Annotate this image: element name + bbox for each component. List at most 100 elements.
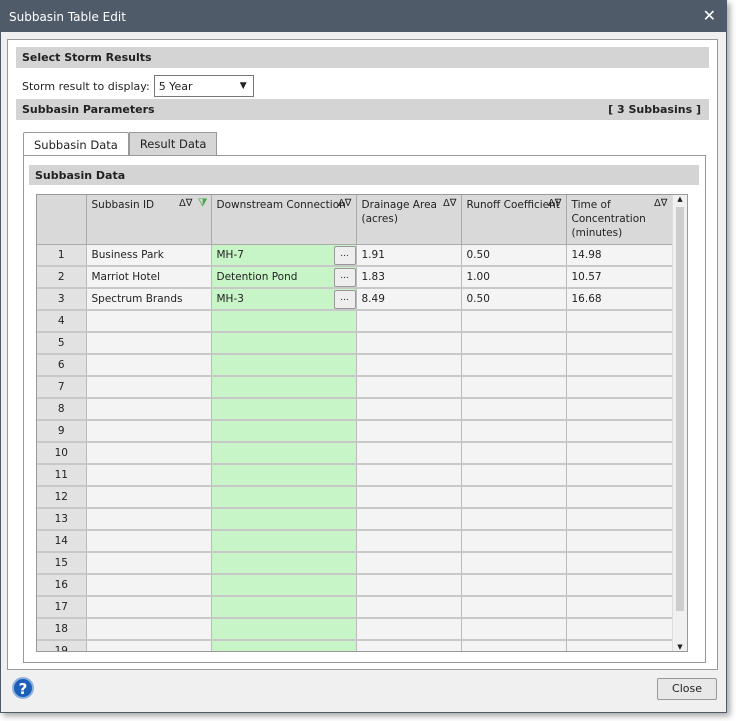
table-cell[interactable] xyxy=(211,420,357,443)
table-cell[interactable] xyxy=(461,332,567,355)
table-cell[interactable] xyxy=(211,310,357,333)
table-cell[interactable] xyxy=(566,310,673,333)
table-cell[interactable] xyxy=(566,552,673,575)
table-cell[interactable] xyxy=(86,310,212,333)
table-cell[interactable] xyxy=(86,376,212,399)
table-cell[interactable] xyxy=(86,420,212,443)
table-cell[interactable] xyxy=(86,442,212,465)
table-cell[interactable] xyxy=(356,442,462,465)
browse-button[interactable]: ... xyxy=(333,290,356,309)
table-cell[interactable] xyxy=(566,574,673,597)
table-cell[interactable] xyxy=(566,618,673,641)
table-cell[interactable] xyxy=(461,376,567,399)
table-cell[interactable]: 14.98 xyxy=(566,244,673,267)
table-cell[interactable] xyxy=(461,442,567,465)
vertical-scrollbar[interactable]: ▲ ▼ xyxy=(672,195,687,651)
table-cell[interactable] xyxy=(461,552,567,575)
table-cell[interactable] xyxy=(356,486,462,509)
table-cell[interactable]: 1.91 xyxy=(356,244,462,267)
table-cell[interactable] xyxy=(86,596,212,619)
table-cell[interactable] xyxy=(86,332,212,355)
table-cell[interactable]: MH-3... xyxy=(211,288,357,311)
column-header[interactable]: Runoff Coefficient Δ∇ xyxy=(461,195,567,245)
table-cell[interactable]: Marriot Hotel xyxy=(86,266,212,289)
table-cell[interactable]: 1.83 xyxy=(356,266,462,289)
table-cell[interactable] xyxy=(86,618,212,641)
table-cell[interactable] xyxy=(356,574,462,597)
table-cell[interactable] xyxy=(461,596,567,619)
column-header[interactable]: Subbasin ID ⧩ Δ∇ xyxy=(86,195,212,245)
table-cell[interactable] xyxy=(566,442,673,465)
filter-icon[interactable]: ⧩ xyxy=(198,196,208,210)
table-cell[interactable] xyxy=(566,464,673,487)
table-cell[interactable]: Detention Pond... xyxy=(211,266,357,289)
table-cell[interactable]: 10.57 xyxy=(566,266,673,289)
table-cell[interactable] xyxy=(356,376,462,399)
table-cell[interactable] xyxy=(211,552,357,575)
table-cell[interactable]: 1.00 xyxy=(461,266,567,289)
table-cell[interactable] xyxy=(211,574,357,597)
row-number-header[interactable] xyxy=(37,195,87,245)
table-cell[interactable] xyxy=(566,420,673,443)
table-cell[interactable] xyxy=(356,310,462,333)
table-cell[interactable] xyxy=(356,464,462,487)
table-cell[interactable]: 0.50 xyxy=(461,244,567,267)
table-cell[interactable] xyxy=(211,596,357,619)
table-cell[interactable] xyxy=(211,530,357,553)
table-cell[interactable] xyxy=(566,486,673,509)
table-cell[interactable] xyxy=(356,354,462,377)
table-cell[interactable] xyxy=(566,596,673,619)
table-cell[interactable] xyxy=(461,486,567,509)
table-cell[interactable] xyxy=(211,508,357,531)
browse-button[interactable]: ... xyxy=(333,245,356,265)
sort-icon[interactable]: Δ∇ xyxy=(548,197,562,211)
table-cell[interactable] xyxy=(211,464,357,487)
table-cell[interactable] xyxy=(461,354,567,377)
column-header[interactable]: Time of Concentration (minutes) Δ∇ xyxy=(566,195,673,245)
table-cell[interactable] xyxy=(86,398,212,421)
table-cell[interactable] xyxy=(461,574,567,597)
table-cell[interactable] xyxy=(566,530,673,553)
table-cell[interactable] xyxy=(86,640,212,651)
table-cell[interactable] xyxy=(356,596,462,619)
browse-button[interactable]: ... xyxy=(333,268,356,287)
table-cell[interactable]: Business Park xyxy=(86,244,212,267)
table-cell[interactable] xyxy=(211,640,357,651)
table-cell[interactable] xyxy=(86,464,212,487)
scroll-down-icon[interactable]: ▼ xyxy=(673,643,687,651)
table-cell[interactable] xyxy=(356,398,462,421)
table-cell[interactable] xyxy=(356,552,462,575)
table-cell[interactable]: 16.68 xyxy=(566,288,673,311)
table-cell[interactable] xyxy=(461,618,567,641)
table-cell[interactable] xyxy=(356,332,462,355)
storm-select[interactable]: 5 Year ▼ xyxy=(153,75,254,97)
sort-icon[interactable]: Δ∇ xyxy=(179,197,193,211)
table-cell[interactable] xyxy=(461,640,567,651)
table-cell[interactable] xyxy=(86,574,212,597)
table-cell[interactable] xyxy=(211,398,357,421)
table-cell[interactable] xyxy=(566,640,673,651)
column-header[interactable]: Drainage Area (acres) Δ∇ xyxy=(356,195,462,245)
sort-icon[interactable]: Δ∇ xyxy=(654,197,668,211)
table-cell[interactable] xyxy=(211,442,357,465)
table-cell[interactable] xyxy=(566,332,673,355)
close-button[interactable]: Close xyxy=(657,678,717,700)
scroll-up-icon[interactable]: ▲ xyxy=(673,195,687,203)
table-cell[interactable] xyxy=(211,332,357,355)
table-cell[interactable] xyxy=(566,354,673,377)
table-cell[interactable] xyxy=(461,530,567,553)
table-cell[interactable] xyxy=(356,640,462,651)
table-cell[interactable] xyxy=(211,376,357,399)
table-cell[interactable] xyxy=(86,486,212,509)
tab-subbasin-data[interactable]: Subbasin Data xyxy=(23,132,129,156)
table-cell[interactable] xyxy=(356,618,462,641)
close-icon[interactable]: ✕ xyxy=(703,6,716,25)
table-cell[interactable] xyxy=(461,420,567,443)
table-cell[interactable]: 8.49 xyxy=(356,288,462,311)
table-cell[interactable] xyxy=(86,508,212,531)
tab-result-data[interactable]: Result Data xyxy=(128,132,218,155)
table-cell[interactable] xyxy=(86,354,212,377)
table-cell[interactable] xyxy=(356,508,462,531)
table-cell[interactable] xyxy=(86,530,212,553)
table-cell[interactable] xyxy=(461,464,567,487)
